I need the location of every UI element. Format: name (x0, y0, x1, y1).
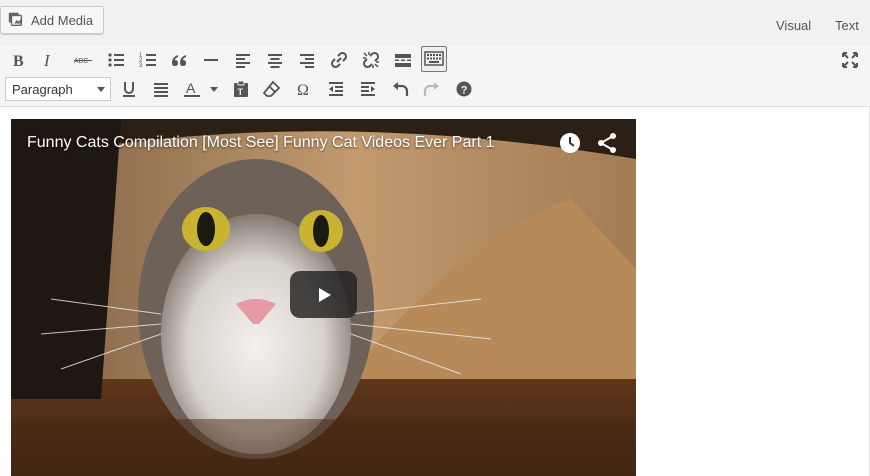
bold-button[interactable]: B (6, 47, 32, 73)
play-icon (318, 287, 331, 302)
decrease-indent-icon (329, 82, 343, 96)
numbered-list-button[interactable]: 123 (135, 47, 161, 73)
underline-button[interactable] (116, 76, 142, 102)
toolbar-toggle-button[interactable] (421, 46, 447, 72)
toolbar-toggle-icon (424, 51, 444, 66)
help-icon: ? (456, 81, 472, 97)
align-right-icon (300, 54, 314, 68)
add-media-button[interactable]: Add Media (0, 6, 105, 34)
clear-formatting-button[interactable] (259, 76, 285, 102)
read-more-icon (395, 54, 411, 67)
svg-text:B: B (13, 53, 24, 70)
bulleted-list-button[interactable] (103, 47, 129, 73)
watch-later-icon[interactable] (558, 131, 582, 155)
strikethrough-button[interactable]: ABC (70, 47, 96, 73)
share-icon[interactable] (595, 131, 619, 155)
fullscreen-icon (842, 52, 858, 68)
video-title[interactable]: Funny Cats Compilation [Most See] Funny … (27, 134, 494, 152)
blockquote-icon (172, 55, 186, 66)
horizontal-line-icon (204, 59, 218, 61)
strikethrough-icon: ABC (74, 58, 92, 65)
svg-text:A: A (186, 80, 196, 96)
read-more-button[interactable] (390, 47, 416, 73)
clear-formatting-icon (262, 80, 281, 97)
justify-button[interactable] (148, 76, 174, 102)
italic-button[interactable]: I (36, 47, 62, 73)
undo-icon (393, 82, 409, 96)
justify-icon (154, 83, 168, 97)
format-select-value: Paragraph (12, 81, 73, 97)
chevron-down-icon (97, 87, 105, 92)
bold-icon: B (13, 53, 24, 70)
insert-link-icon (330, 51, 348, 69)
svg-text:Ω: Ω (297, 82, 309, 99)
redo-button[interactable] (419, 76, 445, 102)
align-left-button[interactable] (230, 47, 256, 73)
distraction-free-button[interactable] (837, 47, 863, 73)
editor-top-bar: Add Media Visual Text (0, 0, 870, 46)
remove-link-icon (362, 51, 380, 69)
align-center-icon (268, 54, 282, 68)
text-color-icon: A (184, 80, 218, 97)
increase-indent-button[interactable] (355, 76, 381, 102)
tab-visual[interactable]: Visual (776, 18, 811, 33)
svg-text:3: 3 (139, 63, 143, 69)
play-button[interactable] (290, 271, 357, 318)
special-character-icon: Ω (297, 82, 309, 99)
numbered-list-icon: 123 (139, 53, 156, 69)
increase-indent-icon (361, 82, 375, 96)
italic-icon: I (43, 51, 51, 70)
remove-link-button[interactable] (358, 47, 384, 73)
horizontal-line-button[interactable] (198, 47, 224, 73)
blockquote-button[interactable] (166, 47, 192, 73)
undo-button[interactable] (387, 76, 413, 102)
editor-content-area[interactable]: Funny Cats Compilation [Most See] Funny … (0, 107, 870, 476)
underline-icon (123, 82, 135, 97)
paste-as-text-icon: T (234, 80, 248, 97)
svg-text:ABC: ABC (74, 58, 88, 65)
redo-icon (423, 82, 439, 96)
insert-link-button[interactable] (326, 47, 352, 73)
svg-text:?: ? (461, 85, 468, 97)
bulleted-list-icon (108, 53, 124, 67)
tab-text[interactable]: Text (835, 18, 859, 33)
text-color-button[interactable]: A (182, 76, 222, 102)
help-button[interactable]: ? (451, 76, 477, 102)
svg-text:I: I (43, 51, 51, 70)
video-embed[interactable]: Funny Cats Compilation [Most See] Funny … (11, 119, 636, 476)
align-right-button[interactable] (294, 47, 320, 73)
align-left-icon (236, 54, 250, 68)
paste-as-text-button[interactable]: T (228, 76, 254, 102)
special-character-button[interactable]: Ω (291, 76, 317, 102)
decrease-indent-button[interactable] (323, 76, 349, 102)
add-media-label: Add Media (31, 12, 94, 28)
format-select[interactable]: Paragraph (5, 77, 111, 101)
svg-text:T: T (238, 87, 244, 97)
editor-toolbar: B I ABC 123 Paragraph A T Ω ? (0, 46, 870, 107)
align-center-button[interactable] (262, 47, 288, 73)
add-media-icon (7, 10, 25, 31)
